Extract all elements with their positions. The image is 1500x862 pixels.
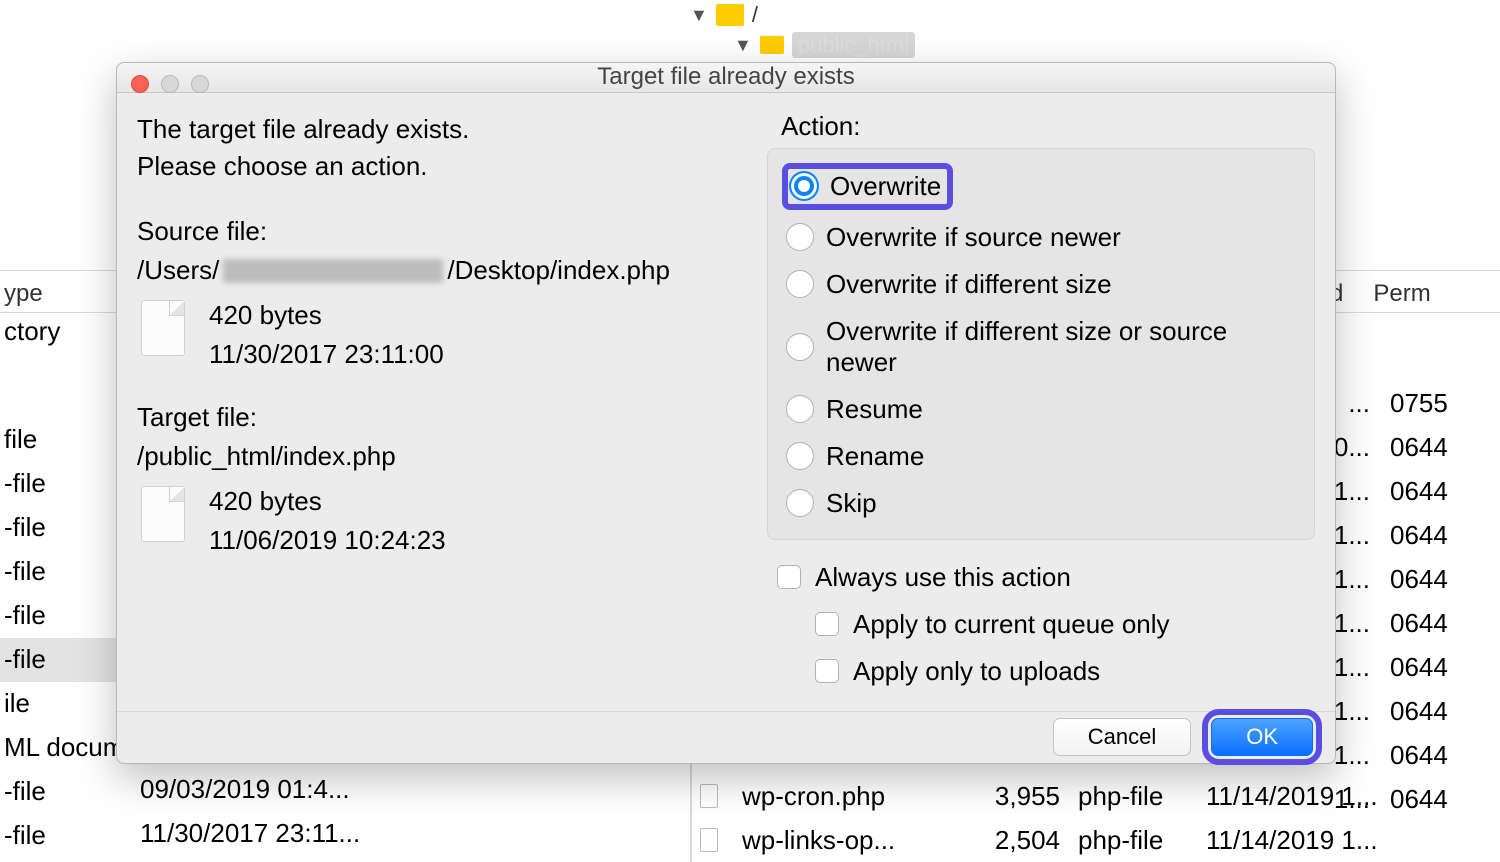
radio-icon xyxy=(786,333,814,361)
dialog-footer: Cancel OK xyxy=(117,711,1335,763)
source-file-size: 420 bytes xyxy=(209,296,444,335)
checkbox-icon xyxy=(815,612,839,636)
radio-overwrite-if-newer[interactable]: Overwrite if source newer xyxy=(786,214,1296,261)
checkbox-always-use[interactable]: Always use this action xyxy=(773,554,1315,601)
checkbox-icon xyxy=(815,659,839,683)
tree-root-label[interactable]: / xyxy=(752,2,758,28)
folder-icon xyxy=(716,4,744,26)
file-info-pane: The target file already exists. Please c… xyxy=(137,111,757,695)
radio-label: Overwrite if source newer xyxy=(826,222,1121,253)
radio-overwrite-if-diff-size[interactable]: Overwrite if different size xyxy=(786,261,1296,308)
table-row[interactable]: 1...0644 xyxy=(1330,564,1500,608)
radio-resume[interactable]: Resume xyxy=(786,386,1296,433)
remote-column-headers: d Perm xyxy=(1330,280,1500,308)
remote-tree: ▼ / ▼ public_html xyxy=(690,0,1140,60)
local-date-column: 09/03/2019 01:4...11/30/2017 23:11... xyxy=(140,774,360,862)
action-pane: Action: Overwrite Overwrite if source ne… xyxy=(767,111,1315,695)
file-exists-dialog: Target file already exists The target fi… xyxy=(116,62,1336,764)
table-row[interactable]: 1...0644 xyxy=(1330,476,1500,520)
cancel-button[interactable]: Cancel xyxy=(1053,718,1191,756)
file-icon xyxy=(141,486,185,542)
window-controls xyxy=(131,75,209,93)
action-group: Overwrite Overwrite if source newer Over… xyxy=(767,148,1315,540)
local-type-column: file-file-file-file-file-fileileML docum… xyxy=(0,418,120,858)
checkbox-icon xyxy=(777,565,801,589)
radio-label: Overwrite if different size xyxy=(826,269,1112,300)
remote-file-rows: wp-cron.php3,955php-file11/14/2019 1...w… xyxy=(700,774,1480,862)
action-group-label: Action: xyxy=(767,111,1315,142)
path-segment: /Desktop/index.php xyxy=(447,255,670,286)
radio-icon xyxy=(786,395,814,423)
radio-rename[interactable]: Rename xyxy=(786,433,1296,480)
target-file-label: Target file: xyxy=(137,402,757,433)
checkbox-apply-uploads[interactable]: Apply only to uploads xyxy=(773,648,1315,695)
file-icon xyxy=(141,300,185,356)
table-row[interactable]: wp-cron.php3,955php-file11/14/2019 1... xyxy=(700,774,1480,818)
table-row[interactable]: 1...0644 xyxy=(1330,520,1500,564)
radio-icon xyxy=(786,442,814,470)
checkbox-label: Always use this action xyxy=(815,562,1071,593)
list-item[interactable]: ctory xyxy=(0,316,60,347)
radio-label: Rename xyxy=(826,441,924,472)
folder-icon xyxy=(760,36,784,54)
table-row[interactable]: 1...0644 xyxy=(1330,696,1500,740)
target-file-path: /public_html/index.php xyxy=(137,441,757,472)
remote-rows-right: ...07550...06441...06441...06441...06441… xyxy=(1330,388,1500,828)
disclosure-triangle-icon[interactable]: ▼ xyxy=(690,5,708,26)
list-item[interactable]: -file xyxy=(0,550,120,594)
list-item[interactable]: -file xyxy=(0,594,120,638)
close-window-icon[interactable] xyxy=(131,75,149,93)
radio-skip[interactable]: Skip xyxy=(786,480,1296,527)
target-file-date: 11/06/2019 10:24:23 xyxy=(209,521,446,560)
zoom-window-icon xyxy=(191,75,209,93)
radio-label: Skip xyxy=(826,488,877,519)
checkbox-apply-queue[interactable]: Apply to current queue only xyxy=(773,601,1315,648)
list-item[interactable]: 11/30/2017 23:11... xyxy=(140,818,360,862)
radio-overwrite-if-diff-or-newer[interactable]: Overwrite if different size or source ne… xyxy=(786,308,1296,386)
radio-icon xyxy=(790,172,818,200)
radio-label: Overwrite xyxy=(830,171,941,202)
ok-button[interactable]: OK xyxy=(1211,718,1313,756)
dialog-message-line: The target file already exists. xyxy=(137,111,757,149)
dialog-message-line: Please choose an action. xyxy=(137,148,757,186)
radio-icon xyxy=(786,489,814,517)
source-file-label: Source file: xyxy=(137,216,757,247)
source-file-date: 11/30/2017 23:11:00 xyxy=(209,335,444,374)
file-icon xyxy=(700,784,718,808)
list-item[interactable]: 09/03/2019 01:4... xyxy=(140,774,360,818)
table-row[interactable]: 0...0644 xyxy=(1330,432,1500,476)
checkbox-label: Apply only to uploads xyxy=(853,656,1100,687)
list-item[interactable]: ML docum. xyxy=(0,726,120,770)
radio-label: Overwrite if different size or source ne… xyxy=(826,316,1296,378)
column-header-type[interactable]: ype xyxy=(0,280,43,308)
table-row[interactable]: 1...0644 xyxy=(1330,652,1500,696)
path-segment: /Users/ xyxy=(137,255,219,286)
target-file-size: 420 bytes xyxy=(209,482,446,521)
radio-icon xyxy=(786,223,814,251)
table-row[interactable]: wp-links-op...2,504php-file11/14/2019 1.… xyxy=(700,818,1480,862)
source-file-path: /Users/ /Desktop/index.php xyxy=(137,255,757,286)
dialog-title: Target file already exists xyxy=(597,63,854,91)
list-item[interactable]: file xyxy=(0,418,120,462)
list-item[interactable]: -file xyxy=(0,770,120,814)
checkbox-label: Apply to current queue only xyxy=(853,609,1170,640)
minimize-window-icon xyxy=(161,75,179,93)
radio-label: Resume xyxy=(826,394,923,425)
list-item[interactable]: -file xyxy=(0,506,120,550)
radio-icon xyxy=(786,270,814,298)
list-item[interactable]: -file xyxy=(0,814,120,858)
radio-overwrite[interactable]: Overwrite xyxy=(786,159,1296,214)
redacted-segment xyxy=(223,259,443,283)
tree-selected-folder[interactable]: public_html xyxy=(792,32,915,58)
table-row[interactable]: ...0755 xyxy=(1330,388,1500,432)
list-item[interactable]: -file xyxy=(0,462,120,506)
column-header[interactable]: Perm xyxy=(1373,280,1430,308)
dialog-titlebar[interactable]: Target file already exists xyxy=(117,63,1335,93)
disclosure-triangle-icon[interactable]: ▼ xyxy=(734,35,752,56)
list-item[interactable]: ile xyxy=(0,682,120,726)
list-item[interactable]: -file xyxy=(0,638,120,682)
table-row[interactable]: 1...0644 xyxy=(1330,608,1500,652)
file-icon xyxy=(700,828,718,852)
